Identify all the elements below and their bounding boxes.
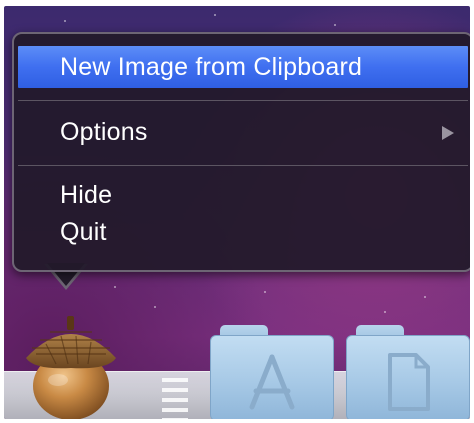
documents-folder-icon[interactable] <box>346 325 470 419</box>
desktop-background: New Image from Clipboard Options Hide Qu… <box>4 6 470 419</box>
dock-divider[interactable] <box>162 374 188 419</box>
app-store-a-icon <box>249 354 295 410</box>
menu-item-label: Quit <box>60 217 107 246</box>
menu-item-label: New Image from Clipboard <box>60 52 363 81</box>
chevron-right-icon <box>442 126 454 140</box>
menu-item-new-image-from-clipboard[interactable]: New Image from Clipboard <box>18 46 468 88</box>
menu-item-quit[interactable]: Quit <box>14 214 470 250</box>
applications-folder-icon[interactable] <box>210 325 334 419</box>
menu-item-options[interactable]: Options <box>14 112 470 152</box>
document-page-icon <box>388 353 430 411</box>
menu-separator <box>18 100 468 101</box>
menu-item-label: Options <box>60 117 148 146</box>
acorn-app-icon[interactable] <box>16 314 126 419</box>
menu-item-hide[interactable]: Hide <box>14 177 470 213</box>
menu-separator <box>18 165 468 166</box>
menu-item-label: Hide <box>60 180 113 209</box>
dock-context-menu: New Image from Clipboard Options Hide Qu… <box>12 32 470 272</box>
